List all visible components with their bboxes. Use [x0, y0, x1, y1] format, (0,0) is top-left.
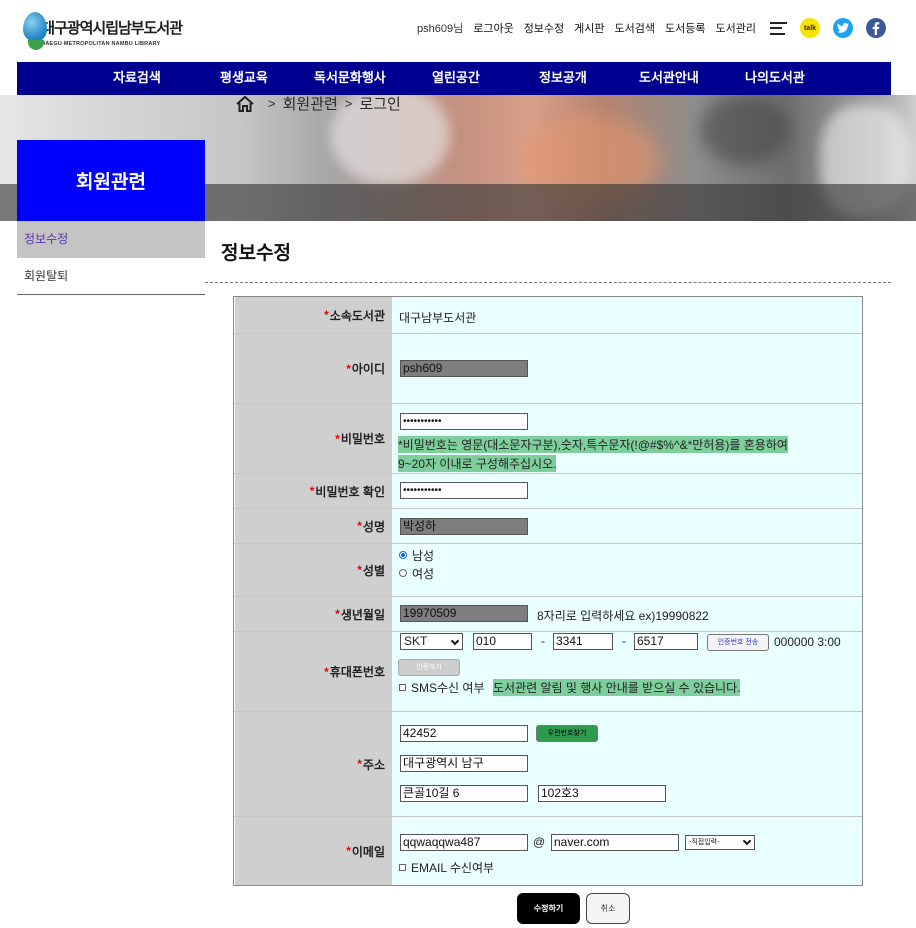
form-row-address: * 주소 42452 우편번호찾기 대구광역시 남구 큰골10길 6 102호3: [234, 711, 862, 816]
book-register-link[interactable]: 도서등록: [665, 20, 705, 36]
sidebar-item-edit-info[interactable]: 정보수정: [17, 221, 205, 258]
phone-part2-field[interactable]: 3341: [553, 633, 613, 650]
logout-link[interactable]: 로그아웃: [473, 20, 513, 36]
phone-label: * 휴대폰번호: [234, 632, 392, 711]
zipcode-search-button[interactable]: 우편번호찾기: [536, 725, 598, 742]
sidebar-title: 회원관련: [17, 140, 205, 221]
top-utility-links: psh609님 로그아웃 정보수정 게시판 도서검색 도서등록 도서관리 tal…: [417, 16, 886, 40]
breadcrumb-item[interactable]: 로그인: [359, 93, 400, 114]
nav-item-info-disclosure[interactable]: 정보공개: [539, 62, 587, 95]
phone-part1-field[interactable]: 010: [473, 633, 532, 650]
facebook-icon[interactable]: [866, 18, 886, 38]
phone-part3-field[interactable]: 6517: [634, 633, 698, 650]
form-row-email: * 이메일 qqwaqqwa487 @ naver.com -직접입력- EMAI…: [234, 816, 862, 885]
email-domain-field[interactable]: naver.com: [551, 834, 679, 851]
address-line1-field[interactable]: 대구광역시 남구: [400, 755, 528, 772]
birth-label: * 생년월일: [234, 597, 392, 631]
address-label: * 주소: [234, 712, 392, 816]
member-edit-form: * 소속도서관 대구남부도서관 * 아이디 psh609 * 비밀번호 •••••••…: [233, 296, 863, 886]
form-row-phone: * 휴대폰번호 SKT 010 - 3341 - 6517 인증번호 전송 000…: [234, 631, 862, 711]
password-hint-line1: *비밀번호는 영문(대소문자구분),숫자,특수문자(!@#$%^&*만허용)를 …: [398, 436, 788, 453]
gender-male-label: 남성: [412, 549, 435, 563]
book-manage-link[interactable]: 도서관리: [716, 20, 756, 36]
sms-label: SMS수신 여부: [411, 681, 485, 695]
main-navigation: 자료검색 평생교육 독서문화행사 열린공간 정보공개 도서관안내 나의도서관: [17, 62, 891, 95]
password-confirm-field[interactable]: •••••••••••: [400, 482, 528, 499]
user-id-field: psh609: [400, 360, 528, 377]
password-confirm-label: * 비밀번호 확인: [234, 474, 392, 508]
breadcrumb-separator: >: [268, 96, 276, 111]
address-line3-field[interactable]: 102호3: [538, 785, 666, 802]
nav-item-reading-events[interactable]: 독서문화행사: [314, 62, 386, 95]
nav-item-resource-search[interactable]: 자료검색: [113, 62, 161, 95]
breadcrumb-separator: >: [344, 96, 353, 111]
email-domain-select[interactable]: -직접입력-: [685, 835, 755, 850]
email-receive-checkbox[interactable]: [399, 864, 406, 871]
nav-item-open-space[interactable]: 열린공간: [432, 62, 480, 95]
form-row-password: * 비밀번호 ••••••••••• *비밀번호는 영문(대소문자구분),숫자,특…: [234, 403, 862, 473]
gender-female-radio[interactable]: [399, 569, 407, 577]
password-label: * 비밀번호: [234, 404, 392, 473]
nav-item-library-guide[interactable]: 도서관안내: [639, 62, 699, 95]
form-row-password-confirm: * 비밀번호 확인 •••••••••••: [234, 473, 862, 508]
form-row-name: * 성명 박성하: [234, 508, 862, 543]
menu-icon[interactable]: [770, 21, 787, 35]
nav-item-my-library[interactable]: 나의도서관: [745, 62, 805, 95]
sidebar-item-withdraw[interactable]: 회원탈퇴: [17, 258, 205, 295]
birth-field: 19970509: [400, 605, 528, 622]
submit-button[interactable]: 수정하기: [517, 893, 580, 924]
gender-male-radio[interactable]: [399, 551, 407, 559]
form-row-gender: * 성별 남성 여성: [234, 543, 862, 596]
library-value: 대구남부도서관: [399, 311, 477, 325]
cancel-button[interactable]: 취소: [586, 893, 630, 924]
logo-title: 대구광역시립남부도서관: [41, 20, 183, 37]
user-id-label: * 아이디: [234, 334, 392, 403]
board-link[interactable]: 게시판: [574, 20, 604, 36]
current-user: psh609님: [416, 23, 464, 35]
kakao-icon[interactable]: talk: [800, 18, 820, 38]
password-hint-line2: 9~20자 이내로 구성해주십시오.: [398, 455, 557, 472]
chevron-down-icon: [450, 636, 460, 646]
kakao-label: talk: [803, 24, 817, 32]
email-receive-label: EMAIL 수신여부: [411, 861, 495, 875]
form-row-user-id: * 아이디 psh609: [234, 333, 862, 403]
name-field: 박성하: [400, 518, 528, 535]
sms-notice: 도서관련 알림 및 행사 안내를 받으실 수 있습니다.: [493, 679, 741, 696]
breadcrumb-item[interactable]: 회원관련: [283, 93, 338, 114]
site-logo[interactable]: 대구광역시립남부도서관 DAEGU METROPOLITAN NAMBU LIB…: [22, 10, 183, 54]
zipcode-field[interactable]: 42452: [400, 725, 528, 742]
logo-subtitle: DAEGU METROPOLITAN NAMBU LIBRARY: [41, 41, 161, 47]
phone-dash: -: [541, 634, 545, 648]
birth-hint: 8자리로 입력하세요 ex)19990822: [537, 609, 709, 623]
verify-button[interactable]: 인증하기: [398, 659, 460, 676]
twitter-icon[interactable]: [833, 18, 853, 38]
email-at-sign: @: [533, 835, 546, 849]
code-timer: 000000 3:00: [774, 635, 841, 649]
form-row-birth: * 생년월일 19970509 8자리로 입력하세요 ex)19990822: [234, 596, 862, 631]
chevron-down-icon: [742, 836, 752, 846]
form-row-library: * 소속도서관 대구남부도서관: [234, 297, 862, 333]
email-label: * 이메일: [234, 817, 392, 885]
carrier-select[interactable]: SKT: [400, 633, 463, 650]
book-search-link[interactable]: 도서검색: [615, 20, 655, 36]
email-local-field[interactable]: qqwaqqwa487: [400, 834, 528, 851]
breadcrumb: > 회원관련 > 로그인: [235, 93, 401, 114]
send-code-button[interactable]: 인증번호 전송: [707, 634, 769, 651]
name-label: * 성명: [234, 509, 392, 543]
gender-female-label: 여성: [412, 567, 435, 581]
home-icon[interactable]: [235, 95, 255, 113]
title-divider: [205, 282, 891, 283]
password-field[interactable]: •••••••••••: [400, 413, 528, 430]
phone-dash: -: [622, 634, 626, 648]
address-line2-field[interactable]: 큰골10길 6: [400, 785, 528, 802]
edit-info-link[interactable]: 정보수정: [524, 20, 564, 36]
logo-drop-icon: [22, 12, 47, 52]
page-title: 정보수정: [221, 243, 291, 264]
library-label: * 소속도서관: [234, 297, 392, 333]
sms-checkbox[interactable]: [399, 684, 406, 691]
nav-item-lifelong-education[interactable]: 평생교육: [220, 62, 268, 95]
gender-label: * 성별: [234, 544, 392, 596]
